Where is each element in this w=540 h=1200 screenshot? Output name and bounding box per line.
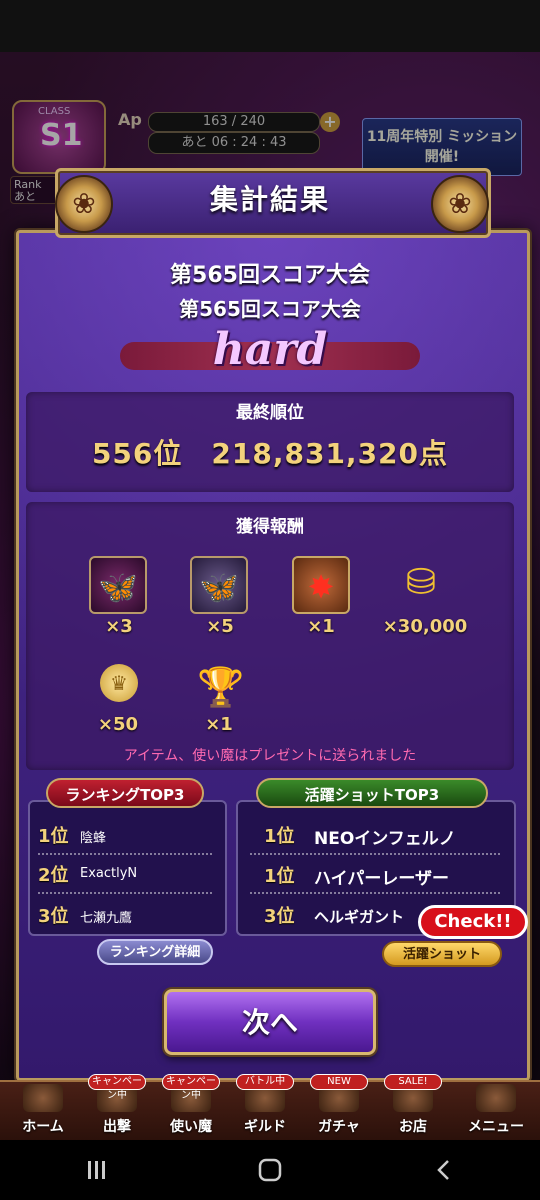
reward-heading: 獲得報酬 — [236, 517, 304, 537]
final-rank-value: 556位 218,831,320点 — [91, 437, 449, 470]
nav-tag: SALE! — [384, 1074, 442, 1090]
reward-count: ×30,000 — [382, 616, 468, 637]
ranking-rank: 3位 — [38, 906, 69, 927]
nav-label: 出撃 — [103, 1119, 131, 1135]
nav-familiar[interactable]: キャンペーン中 使い魔 — [158, 1074, 224, 1140]
next-button[interactable]: 次へ — [164, 989, 376, 1055]
shot-rank: 3位 — [264, 906, 295, 927]
final-rank-heading: 最終順位 — [236, 403, 304, 423]
back-icon[interactable] — [432, 1158, 456, 1182]
reward-count: ×1 — [307, 616, 335, 637]
nav-label: お店 — [399, 1119, 427, 1135]
difficulty-label: hard — [212, 324, 328, 375]
ranking-name: ExactlyN — [80, 866, 138, 881]
nav-guild[interactable]: バトル中 ギルド — [232, 1074, 298, 1140]
divider — [250, 853, 500, 855]
reward-count: ×50 — [97, 714, 139, 735]
butterfly-crest-red-icon: 🦋 — [89, 556, 147, 614]
red-gem-emblem-icon: ✸ — [292, 556, 350, 614]
crown-medal-icon: ♛ — [100, 664, 138, 702]
reward-count: ×5 — [206, 616, 234, 637]
status-bar — [0, 0, 540, 52]
nav-menu[interactable]: メニュー — [458, 1080, 534, 1140]
ranking-rank: 2位 — [38, 865, 69, 886]
nav-tag: キャンペーン中 — [88, 1074, 146, 1101]
reward-count: ×1 — [205, 714, 233, 735]
gold-coins-icon: ⛁ — [405, 562, 437, 603]
nav-label: ホーム — [22, 1119, 64, 1135]
shot-name: ハイパーレーザー — [314, 869, 449, 889]
shot-detail-button[interactable]: 活躍ショット — [382, 941, 502, 967]
nav-gacha[interactable]: NEW ガチャ — [306, 1074, 372, 1140]
ranking-name: 陰蜂 — [80, 831, 107, 846]
home-system-icon[interactable] — [258, 1158, 282, 1182]
divider — [38, 892, 212, 894]
nav-label: メニュー — [468, 1119, 524, 1135]
present-note: アイテム、使い魔はプレゼントに送られました — [123, 748, 417, 764]
shot-name: NEOインフェルノ — [314, 829, 456, 849]
shot-rank: 1位 — [264, 866, 295, 887]
nav-label: ギルド — [244, 1119, 286, 1135]
ranking-top3-title: ランキングTOP3 — [46, 778, 204, 808]
shot-name: ヘルギガント — [314, 908, 405, 926]
check-badge[interactable]: Check!! — [418, 905, 528, 939]
shot-top3-title: 活躍ショットTOP3 — [256, 778, 488, 808]
recent-apps-icon[interactable] — [84, 1158, 108, 1182]
menu-book-icon — [476, 1084, 516, 1112]
nav-tag: NEW — [310, 1074, 368, 1090]
trophy-icon: 🏆 — [197, 665, 245, 709]
nav-label: ガチャ — [318, 1119, 360, 1135]
nav-tag: キャンペーン中 — [162, 1074, 220, 1101]
event-title-primary: 第565回スコア大会 — [170, 263, 370, 288]
nav-label: 使い魔 — [170, 1119, 212, 1135]
nav-home[interactable]: ホーム — [10, 1080, 76, 1140]
shot-rank: 1位 — [264, 826, 295, 847]
ranking-rank: 1位 — [38, 826, 69, 847]
event-title-secondary: 第565回スコア大会 — [179, 297, 361, 321]
modal-title: 集計結果 — [209, 183, 330, 216]
divider — [250, 892, 500, 894]
butterfly-crest-silver-icon: 🦋 — [190, 556, 248, 614]
ranking-detail-button[interactable]: ランキング詳細 — [97, 939, 213, 965]
home-icon — [23, 1084, 63, 1112]
nav-shop[interactable]: SALE! お店 — [380, 1074, 446, 1140]
nav-tag: バトル中 — [236, 1074, 294, 1090]
nav-sortie[interactable]: キャンペーン中 出撃 — [84, 1074, 150, 1140]
ranking-name: 七瀬九鷹 — [80, 911, 133, 926]
reward-count: ×3 — [105, 616, 133, 637]
divider — [38, 853, 212, 855]
